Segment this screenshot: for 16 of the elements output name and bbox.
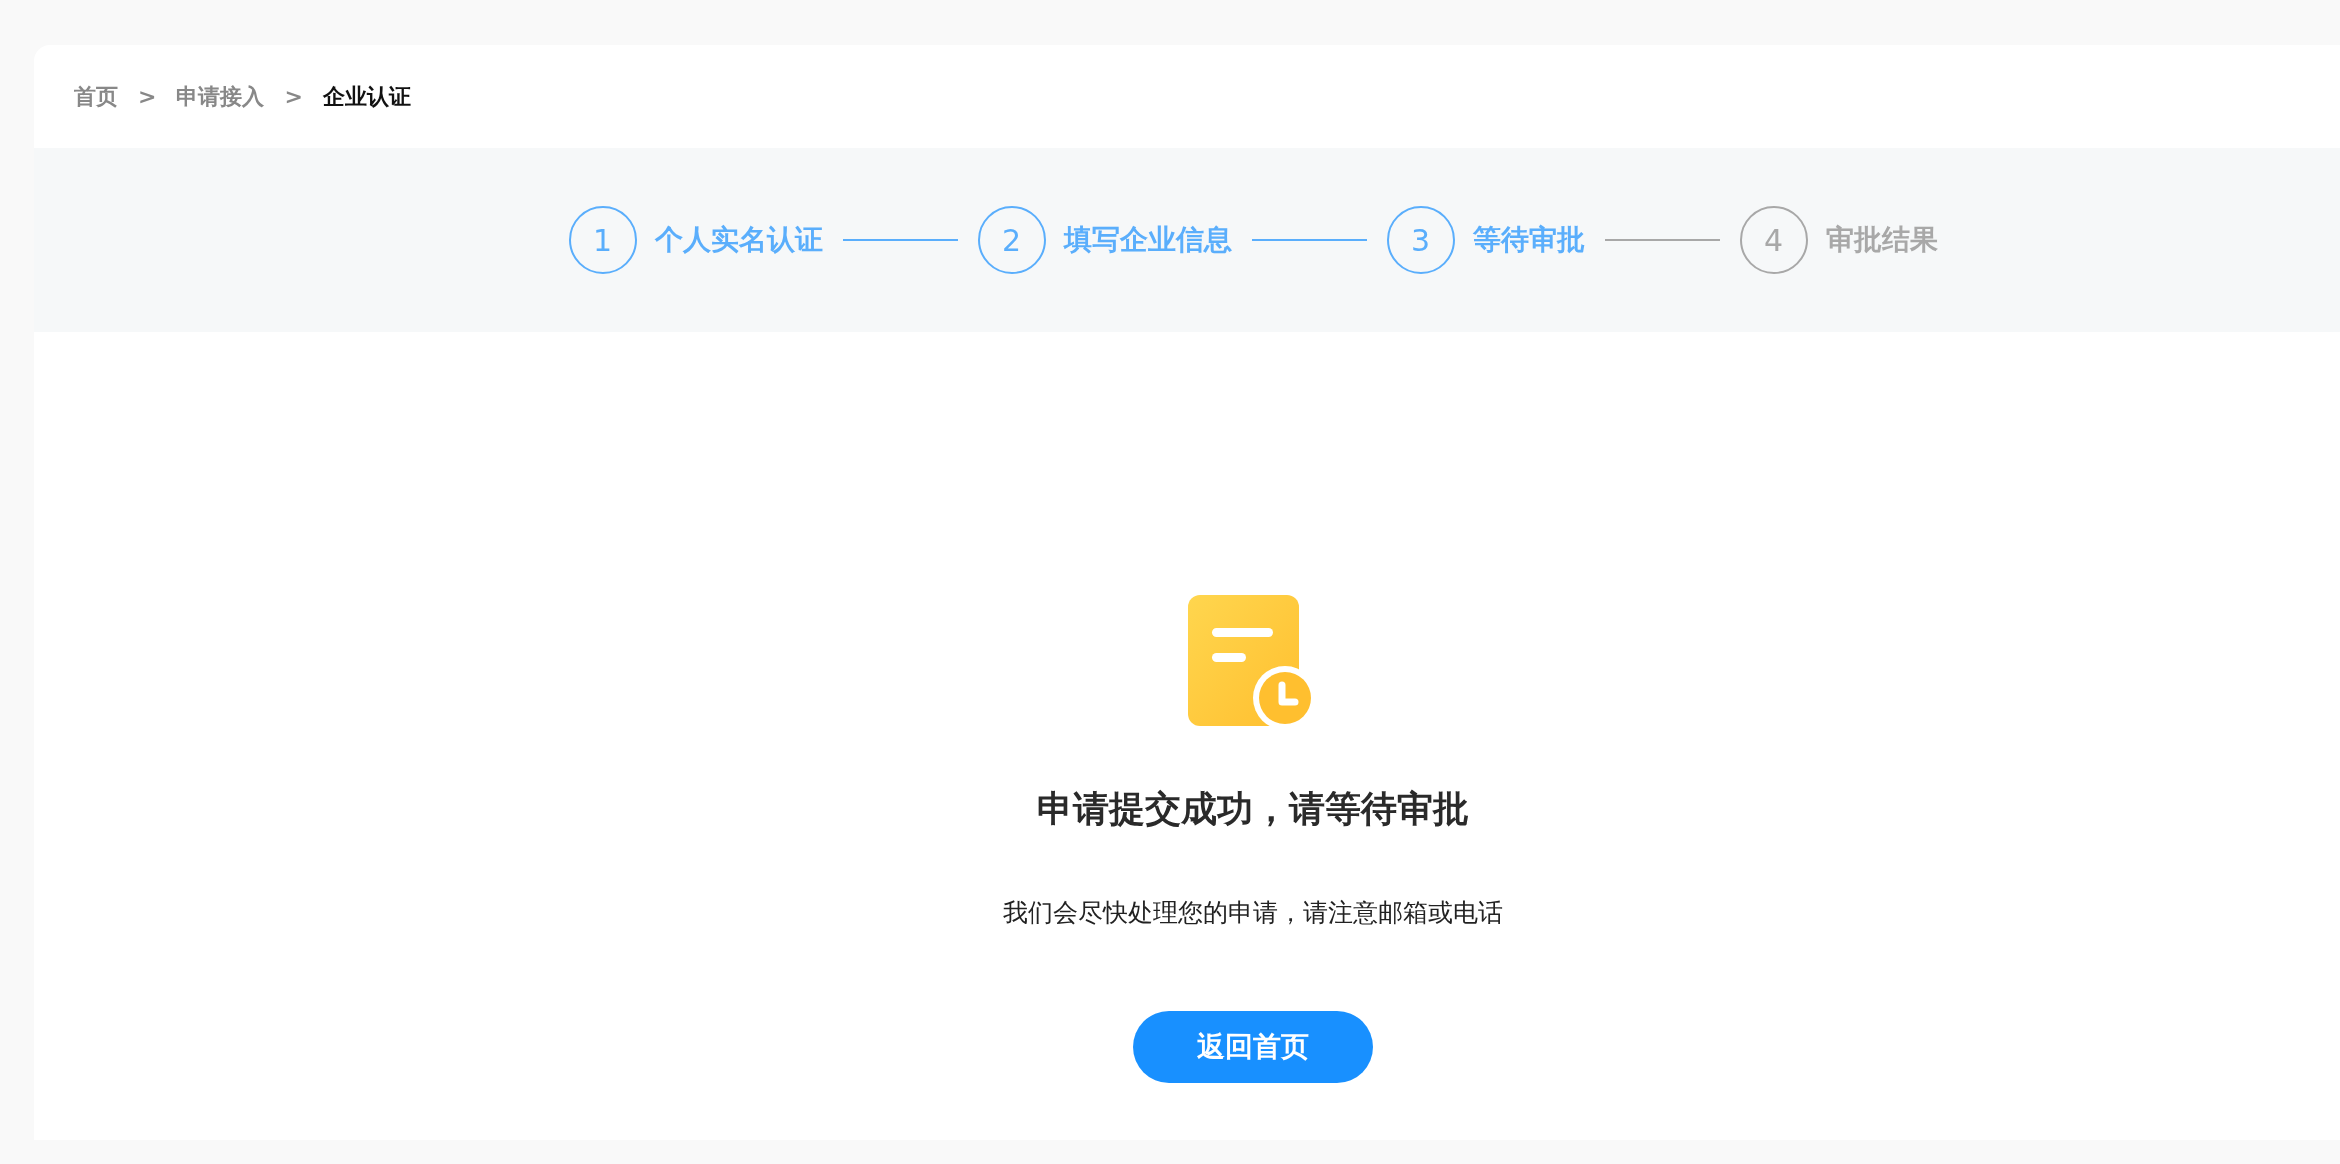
back-home-button[interactable]: 返回首页 [1133,1011,1373,1083]
step-label: 等待审批 [1472,222,1585,258]
step-number: 1 [568,206,637,274]
breadcrumb-separator: > [283,84,304,109]
step-label: 审批结果 [1825,222,1938,258]
step-number: 2 [977,206,1046,274]
breadcrumb-separator: > [137,84,158,109]
step-number: 3 [1386,206,1455,274]
breadcrumb-link[interactable]: 企业认证 [322,81,411,112]
step-number: 4 [1739,206,1808,274]
step-label: 个人实名认证 [654,222,823,258]
breadcrumb-link[interactable]: 申请接入 [176,81,265,112]
result-title: 申请提交成功，请等待审批 [1037,787,1469,831]
step-label: 填写企业信息 [1063,222,1232,258]
result-message: 我们会尽快处理您的申请，请注意邮箱或电话 [1003,897,1503,929]
breadcrumb-link[interactable]: 首页 [74,81,118,112]
